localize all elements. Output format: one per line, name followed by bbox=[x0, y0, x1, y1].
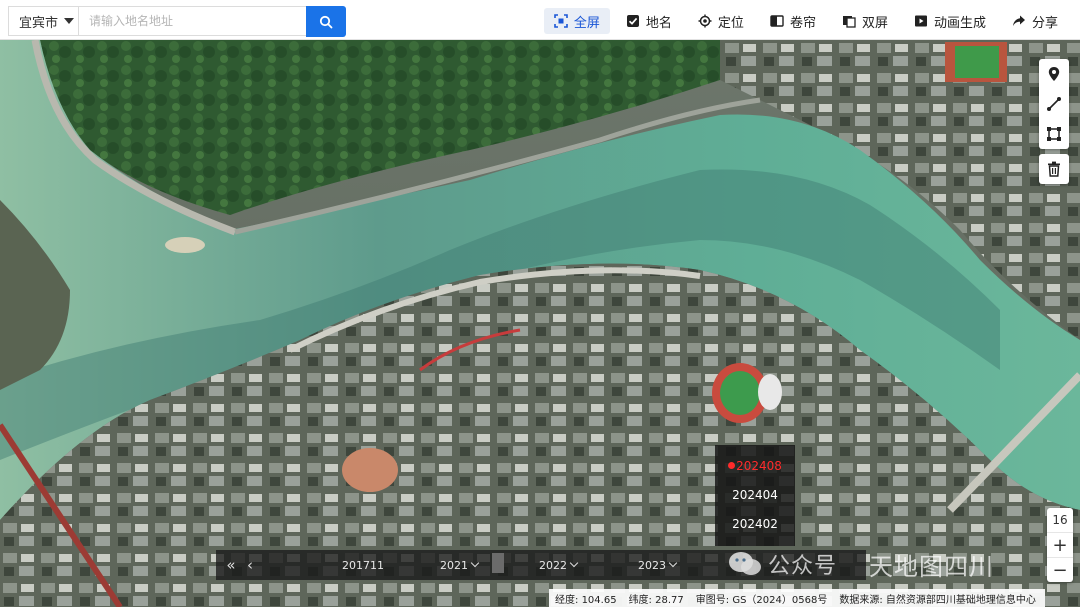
dual-screen-label: 双屏 bbox=[861, 15, 888, 31]
locate-label: 定位 bbox=[717, 15, 744, 31]
timeline-label: 201711 bbox=[342, 558, 384, 572]
dual-screen-button[interactable]: 双屏 bbox=[832, 8, 898, 34]
add-marker-button[interactable] bbox=[1039, 59, 1069, 89]
zoom-in-button[interactable]: + bbox=[1047, 533, 1073, 557]
share-button[interactable]: 分享 bbox=[1002, 8, 1068, 34]
timeline-handle[interactable] bbox=[492, 553, 504, 573]
draw-polygon-button[interactable] bbox=[1039, 119, 1069, 149]
swipe-button[interactable]: 卷帘 bbox=[760, 8, 826, 34]
chevron-down-icon bbox=[470, 558, 480, 568]
swipe-icon bbox=[770, 15, 784, 27]
longitude-label: 经度: bbox=[555, 594, 579, 606]
timeline-year-2022[interactable]: 2022 bbox=[539, 550, 579, 580]
animation-button[interactable]: 动画生成 bbox=[904, 8, 996, 34]
place-names-toggle[interactable]: 地名 bbox=[616, 8, 682, 34]
toolbar-tools: 全屏 地名 定位 卷帘 双屏 动画生成 分享 bbox=[543, 8, 1068, 34]
satellite-map[interactable] bbox=[0, 40, 1080, 607]
date-option[interactable]: 202402 bbox=[715, 509, 795, 538]
date-option-selected[interactable]: 202408 bbox=[715, 451, 795, 480]
draw-line-button[interactable] bbox=[1039, 89, 1069, 119]
city-selector[interactable]: 宜宾市 bbox=[8, 6, 78, 36]
line-icon bbox=[1047, 97, 1061, 111]
checkbox-checked-icon bbox=[626, 15, 639, 27]
animation-icon bbox=[914, 15, 927, 27]
fullscreen-label: 全屏 bbox=[573, 15, 600, 31]
review-label: 审图号: bbox=[695, 594, 730, 606]
timeline-year-label: 2021 bbox=[440, 558, 468, 572]
date-option-label: 202402 bbox=[732, 516, 778, 531]
drawing-tools bbox=[1039, 59, 1069, 149]
date-option[interactable]: 202404 bbox=[715, 480, 795, 509]
search-button[interactable] bbox=[306, 6, 346, 37]
imagery-date-popup: 202408 202404 202402 bbox=[715, 445, 795, 546]
data-source: 数据来源: 自然资源部四川基础地理信息中心 bbox=[839, 591, 1036, 606]
chevron-left-icon: ‹ bbox=[247, 556, 253, 574]
top-toolbar: 宜宾市 全屏 地名 bbox=[0, 0, 1080, 40]
share-label: 分享 bbox=[1031, 15, 1058, 31]
timeline-year-2021[interactable]: 2021 bbox=[440, 550, 480, 580]
timeline-prev-button[interactable]: ‹ bbox=[244, 550, 256, 580]
zoom-control: 16 + − bbox=[1047, 508, 1073, 582]
review-value: GS（2024）0568号 bbox=[732, 594, 828, 606]
latitude-readout: 纬度: 28.77 bbox=[629, 591, 684, 606]
swipe-label: 卷帘 bbox=[789, 15, 816, 31]
status-bar: 经度: 104.65 纬度: 28.77 审图号: GS（2024）0568号 … bbox=[549, 589, 1045, 607]
timeline-year-label: 2023 bbox=[638, 558, 666, 572]
longitude-value: 104.65 bbox=[581, 594, 617, 606]
search-input[interactable] bbox=[78, 6, 306, 36]
chevron-down-icon bbox=[569, 558, 579, 568]
double-chevron-left-icon: « bbox=[226, 556, 236, 574]
timeline-year-2023[interactable]: 2023 bbox=[638, 550, 678, 580]
review-number: 审图号: GS（2024）0568号 bbox=[696, 591, 828, 606]
timeline-year-label: 2022 bbox=[539, 558, 567, 572]
caret-down-icon bbox=[64, 18, 75, 24]
timeline-first-button[interactable]: « bbox=[224, 550, 238, 580]
delete-drawings-button[interactable] bbox=[1039, 154, 1069, 184]
fullscreen-icon bbox=[554, 14, 568, 28]
satellite-imagery bbox=[0, 40, 1080, 607]
trash-icon bbox=[1048, 161, 1060, 177]
data-source-value: 自然资源部四川基础地理信息中心 bbox=[885, 594, 1036, 606]
share-icon bbox=[1012, 15, 1025, 26]
timeline-item-201711[interactable]: 201711 bbox=[342, 550, 384, 580]
date-option-label: 202404 bbox=[732, 487, 778, 502]
place-names-label: 地名 bbox=[645, 15, 672, 31]
polygon-icon bbox=[1047, 127, 1061, 141]
dual-screen-icon bbox=[842, 16, 856, 28]
marker-icon bbox=[1048, 67, 1060, 81]
city-label: 宜宾市 bbox=[19, 15, 59, 31]
data-source-label: 数据来源: bbox=[839, 594, 883, 606]
zoom-level: 16 bbox=[1047, 508, 1073, 533]
latitude-label: 纬度: bbox=[628, 594, 652, 606]
locate-icon bbox=[698, 14, 712, 28]
imagery-timeline: « ‹ 201711 2021 2022 2023 bbox=[216, 550, 866, 580]
zoom-out-button[interactable]: − bbox=[1047, 557, 1073, 582]
latitude-value: 28.77 bbox=[655, 594, 684, 606]
animation-label: 动画生成 bbox=[933, 15, 986, 31]
date-option-label: 202408 bbox=[736, 458, 782, 473]
fullscreen-button[interactable]: 全屏 bbox=[543, 8, 610, 34]
search-icon bbox=[319, 15, 333, 28]
selected-dot-icon bbox=[728, 462, 736, 469]
chevron-down-icon bbox=[668, 558, 678, 568]
locate-button[interactable]: 定位 bbox=[688, 8, 754, 34]
longitude-readout: 经度: 104.65 bbox=[555, 591, 617, 606]
